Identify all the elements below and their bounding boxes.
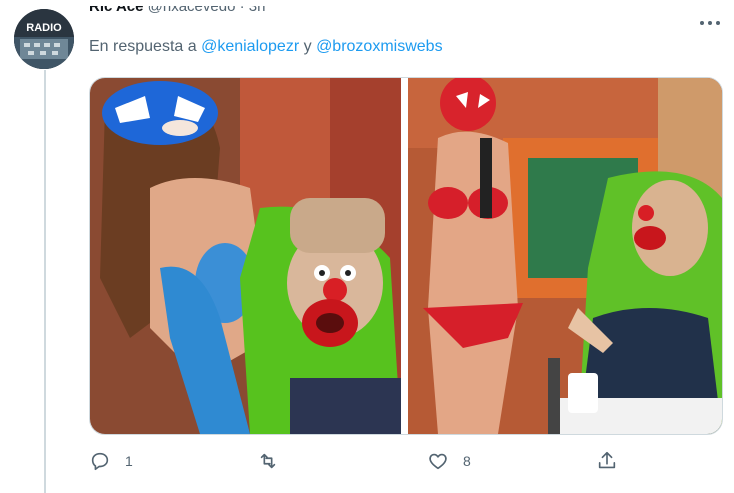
retweet-button[interactable] [257,448,279,474]
heart-icon [429,453,447,470]
like-button[interactable]: 8 [427,448,471,474]
tweet-time[interactable]: 3h [249,6,266,15]
mention-link-1[interactable]: @kenialopezr [201,38,299,55]
reply-count: 1 [125,453,133,469]
author-name[interactable]: Ric Ace [89,6,143,15]
avatar[interactable]: RADIO [14,9,74,69]
reply-button[interactable]: 1 [89,448,133,474]
right-photo[interactable] [408,78,722,434]
mention-link-2[interactable]: @brozoxmiswebs [316,38,443,55]
thread-line [44,70,46,493]
share-icon [598,451,616,469]
left-photo[interactable] [90,78,401,434]
share-button[interactable] [596,448,618,474]
reply-prefix: En respuesta a [89,38,197,55]
more-options-icon[interactable] [700,13,720,33]
author-handle[interactable]: @rixacevedo [148,6,236,15]
reply-context: En respuesta a @kenialopezr y @brozoxmis… [89,38,443,56]
like-count: 8 [463,453,471,469]
avatar-text: RADIO [26,22,62,34]
separator-dot: · [239,6,245,15]
tweet-actions: 1 8 [89,448,729,474]
retweet-icon [260,453,276,469]
tweet-header: Ric Ace @rixacevedo · 3h [89,6,265,32]
reply-joiner: y [303,38,312,55]
tweet-media[interactable] [89,77,723,435]
reply-icon [91,452,109,471]
